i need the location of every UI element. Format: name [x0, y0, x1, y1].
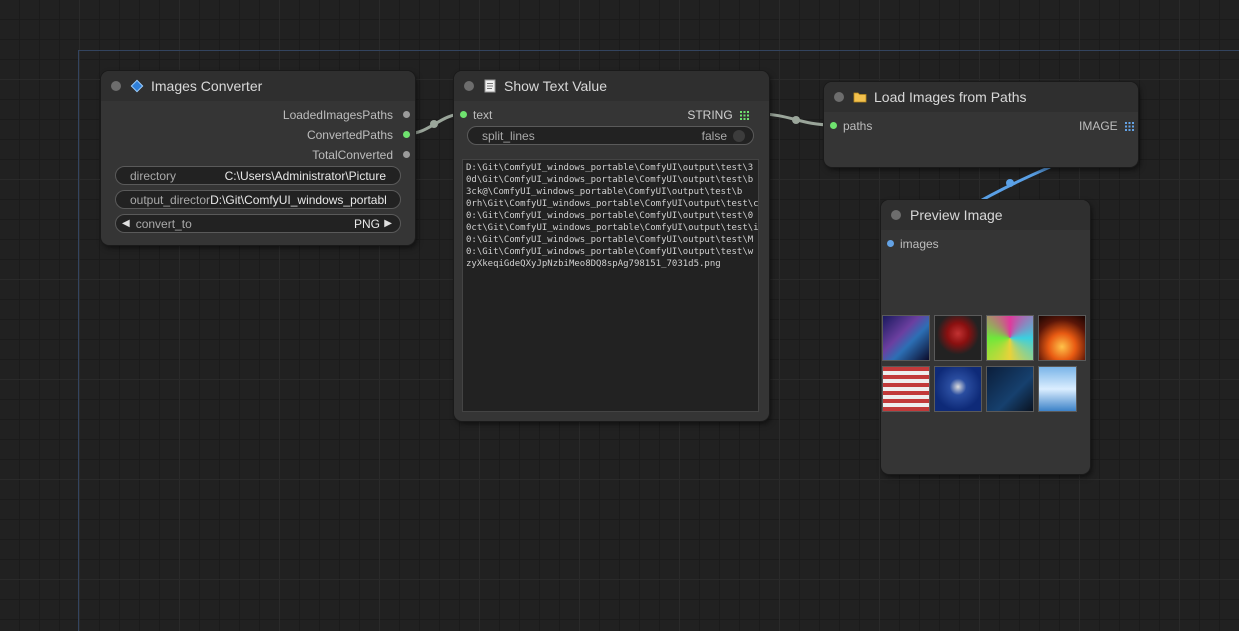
input-slot-text[interactable]	[460, 111, 467, 118]
preview-image-node[interactable]: Preview Image images	[881, 200, 1090, 474]
output-directory-field[interactable]: output_director D:\Git\ComfyUI_windows_p…	[115, 190, 401, 209]
output-string-label: STRING	[687, 107, 749, 123]
input-slot-images[interactable]	[887, 240, 894, 247]
text-output-area[interactable]: D:\Git\ComfyUI_windows_portable\ComfyUI\…	[462, 159, 759, 412]
text-line: 0d\Git\ComfyUI_windows_portable\ComfyUI\…	[466, 175, 754, 185]
text-line: 3ck@\ComfyUI_windows_portable\ComfyUI\ou…	[466, 187, 743, 197]
text-line: 0rh\Git\ComfyUI_windows_portable\ComfyUI…	[466, 199, 759, 209]
toggle-knob[interactable]	[733, 129, 745, 142]
thumbnail-speaker-red[interactable]	[934, 315, 982, 361]
collapse-toggle[interactable]	[464, 81, 474, 91]
blue-diamond-icon	[130, 79, 144, 93]
output-loaded-images-paths: LoadedImagesPaths	[282, 108, 393, 122]
convert-to-combo[interactable]: ◀ convert_to PNG ▶	[115, 214, 401, 233]
link-midpoint-3	[1006, 179, 1014, 187]
output-total-converted: TotalConverted	[312, 148, 393, 162]
collapse-toggle[interactable]	[891, 210, 901, 220]
directory-field[interactable]: directory C:\Users\Administrator\Picture	[115, 166, 401, 185]
text-line: 0:\Git\ComfyUI_windows_portable\ComfyUI\…	[466, 247, 754, 257]
input-images-label: images	[900, 237, 939, 251]
thumbnail-podium-blue[interactable]	[934, 366, 982, 412]
node-header[interactable]: Preview Image	[881, 200, 1090, 230]
output-slot-total-converted[interactable]	[403, 151, 410, 158]
input-paths-label: paths	[843, 119, 873, 133]
text-line: 0:\Git\ComfyUI_windows_portable\ComfyUI\…	[466, 235, 754, 245]
folder-icon	[853, 90, 867, 104]
grid-icon	[740, 108, 749, 124]
split-lines-value: false	[701, 128, 727, 143]
node-title: Images Converter	[151, 78, 263, 94]
combo-left-arrow-icon[interactable]: ◀	[116, 218, 136, 229]
node-title: Load Images from Paths	[874, 89, 1027, 105]
thumbnail-sky-clouds[interactable]	[1038, 366, 1077, 412]
thumbnail-spiral[interactable]	[986, 315, 1034, 361]
document-icon	[483, 79, 497, 93]
text-line: zyXkeqiGdeQXyJpNzbiMeo8DQ8spAg798151_703…	[466, 259, 721, 269]
directory-value: C:\Users\Administrator\Picture	[224, 168, 386, 183]
convert-to-label: convert_to	[135, 216, 192, 231]
collapse-toggle[interactable]	[111, 81, 121, 91]
output-directory-value: D:\Git\ComfyUI_windows_portabl	[210, 192, 387, 207]
input-text-label: text	[473, 108, 493, 122]
thumbnail-prime-time[interactable]	[986, 366, 1034, 412]
text-line: D:\Git\ComfyUI_windows_portable\ComfyUI\…	[466, 163, 754, 173]
output-string-text: STRING	[687, 108, 733, 122]
output-converted-paths: ConvertedPaths	[306, 128, 393, 142]
split-lines-label: split_lines	[482, 128, 535, 143]
input-slot-paths[interactable]	[830, 122, 837, 129]
grid-icon	[1125, 119, 1134, 135]
node-title: Preview Image	[910, 207, 1003, 223]
thumbnail-galaxy[interactable]	[882, 315, 930, 361]
output-image-text: IMAGE	[1078, 119, 1118, 133]
node-header[interactable]: Show Text Value	[454, 71, 769, 101]
output-image-label: IMAGE	[1079, 118, 1134, 134]
directory-label: directory	[130, 168, 177, 183]
images-converter-node[interactable]: Images Converter LoadedImagesPaths Conve…	[101, 71, 415, 245]
output-slot-converted-paths[interactable]	[403, 131, 410, 138]
thumbnail-podium-flag[interactable]	[882, 366, 930, 412]
node-title: Show Text Value	[504, 78, 607, 94]
show-text-value-node[interactable]: Show Text Value text STRING split_lines …	[454, 71, 769, 421]
thumbnail-fire[interactable]	[1038, 315, 1086, 361]
text-line: 0ct\Git\ComfyUI_windows_portable\ComfyUI…	[466, 223, 759, 233]
link-midpoint-2	[792, 116, 800, 124]
output-directory-label: output_director	[130, 192, 211, 207]
load-images-node[interactable]: Load Images from Paths paths IMAGE	[824, 82, 1138, 167]
combo-right-arrow-icon[interactable]: ▶	[378, 218, 398, 229]
split-lines-toggle[interactable]: split_lines false	[467, 126, 754, 145]
node-header[interactable]: Images Converter	[101, 71, 415, 101]
link-midpoint-1	[430, 120, 438, 128]
collapse-toggle[interactable]	[834, 92, 844, 102]
node-header[interactable]: Load Images from Paths	[824, 82, 1138, 112]
text-line: 0:\Git\ComfyUI_windows_portable\ComfyUI\…	[466, 211, 754, 221]
output-slot-loaded-images-paths[interactable]	[403, 111, 410, 118]
